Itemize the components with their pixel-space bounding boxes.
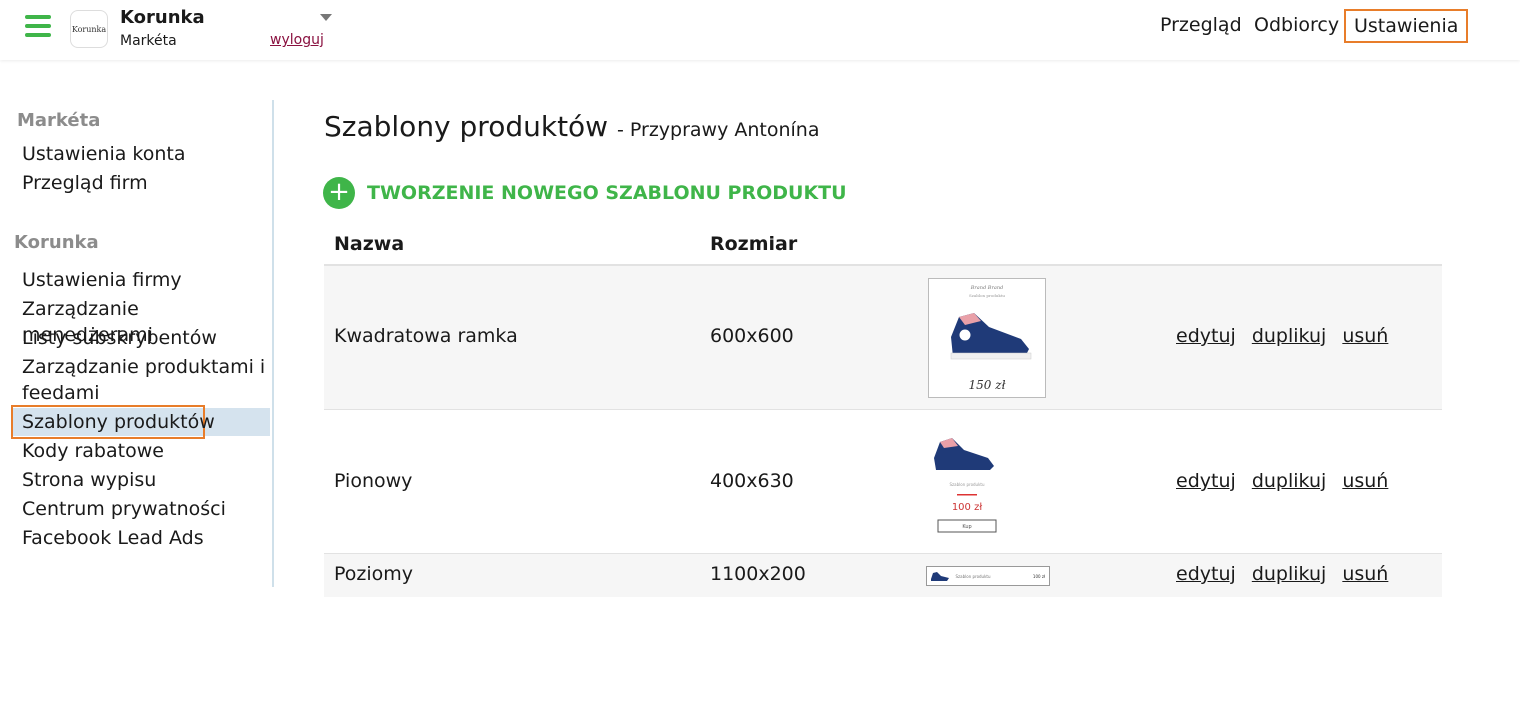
page-title: Szablony produktów - Przyprawy Antonína <box>324 110 820 143</box>
sidebar-item-kody-rabatowe[interactable]: Kody rabatowe <box>22 438 164 464</box>
nav-ustawienia[interactable]: Ustawienia <box>1344 9 1469 43</box>
sidebar-heading-user: Markéta <box>17 110 101 131</box>
delete-link[interactable]: usuń <box>1342 325 1388 347</box>
hamburger-menu-icon[interactable] <box>25 15 51 37</box>
sidebar-item-ustawienia-konta[interactable]: Ustawienia konta <box>22 141 186 167</box>
sidebar-item-przeglad-firm[interactable]: Przegląd firm <box>22 170 148 196</box>
row-size: 600x600 <box>710 325 794 347</box>
thumb-button: Kup <box>962 524 971 530</box>
templates-table: Nazwa Rozmiar Kwadratowa ramka 600x600 B… <box>324 226 1442 597</box>
table-row: Pionowy 400x630 Szablon produktu 100 zł … <box>324 410 1442 554</box>
duplicate-link[interactable]: duplikuj <box>1252 563 1326 585</box>
page-subtitle: - Przyprawy Antonína <box>616 119 820 141</box>
sidebar-item-centrum-prywatnosci[interactable]: Centrum prywatności <box>22 496 226 522</box>
column-header-size: Rozmiar <box>710 233 798 255</box>
row-actions: edytuj duplikuj usuń <box>1176 563 1398 585</box>
row-actions: edytuj duplikuj usuń <box>1176 325 1398 347</box>
company-name: Korunka <box>120 7 205 28</box>
sidebar-heading-company: Korunka <box>14 232 99 253</box>
edit-link[interactable]: edytuj <box>1176 325 1236 347</box>
delete-link[interactable]: usuń <box>1342 563 1388 585</box>
row-name: Kwadratowa ramka <box>334 325 518 347</box>
company-logo: Korunka <box>70 10 108 48</box>
user-name: Markéta <box>120 33 177 49</box>
chevron-down-icon[interactable] <box>320 14 332 21</box>
sidebar-item-facebook-lead-ads[interactable]: Facebook Lead Ads <box>22 525 204 551</box>
thumb-price: 150 zł <box>969 378 1006 392</box>
table-row: Poziomy 1100x200 Szablon produktu 100 zł… <box>324 554 1442 597</box>
template-thumbnail: Szablon produktu 100 zł <box>926 566 1050 586</box>
sidebar-item-zarzadzanie-produktami-cont[interactable]: feedami <box>22 380 100 406</box>
thumb-price: 100 zł <box>1033 574 1046 579</box>
table-row: Kwadratowa ramka 600x600 Brand Brand Sza… <box>324 266 1442 410</box>
sidebar: Markéta Ustawienia konta Przegląd firm K… <box>0 100 274 587</box>
column-header-name: Nazwa <box>334 233 405 255</box>
thumb-caption: Szablon produktu <box>955 574 990 579</box>
delete-link[interactable]: usuń <box>1342 470 1388 492</box>
page-title-text: Szablony produktów <box>324 110 609 143</box>
add-template-button[interactable]: TWORZENIE NOWEGO SZABLONU PRODUKTU <box>367 182 847 204</box>
thumb-caption: Szablon produktu <box>949 482 984 487</box>
sidebar-item-ustawienia-firmy[interactable]: Ustawienia firmy <box>22 267 182 293</box>
duplicate-link[interactable]: duplikuj <box>1252 470 1326 492</box>
sidebar-item-szablony-produktow[interactable]: Szablony produktów <box>22 409 215 435</box>
thumb-caption: Szablon produktu <box>969 293 1005 298</box>
thumb-brand: Brand Brand <box>970 285 1004 291</box>
row-name: Poziomy <box>334 563 414 585</box>
edit-link[interactable]: edytuj <box>1176 470 1236 492</box>
sidebar-item-strona-wypisu[interactable]: Strona wypisu <box>22 467 156 493</box>
nav-przeglad[interactable]: Przegląd <box>1152 10 1250 40</box>
thumb-price: 100 zł <box>952 502 983 513</box>
sidebar-item-zarzadzanie-produktami[interactable]: Zarządzanie produktami i <box>22 354 265 380</box>
plus-icon[interactable]: + <box>323 177 355 209</box>
duplicate-link[interactable]: duplikuj <box>1252 325 1326 347</box>
edit-link[interactable]: edytuj <box>1176 563 1236 585</box>
logout-link[interactable]: wyloguj <box>270 32 324 48</box>
table-header: Nazwa Rozmiar <box>324 226 1442 266</box>
row-size: 400x630 <box>710 470 794 492</box>
row-name: Pionowy <box>334 470 413 492</box>
row-actions: edytuj duplikuj usuń <box>1176 470 1398 492</box>
template-thumbnail: Szablon produktu 100 zł Kup <box>928 428 1006 538</box>
template-thumbnail: Brand Brand Szablon produktu 150 zł <box>928 278 1046 398</box>
nav-odbiorcy[interactable]: Odbiorcy <box>1246 10 1347 40</box>
top-header: Korunka Korunka Markéta wyloguj Przegląd… <box>0 0 1520 60</box>
sidebar-item-listy-subskrybentow[interactable]: Listy subskrybentów <box>22 325 217 351</box>
row-size: 1100x200 <box>710 563 806 585</box>
